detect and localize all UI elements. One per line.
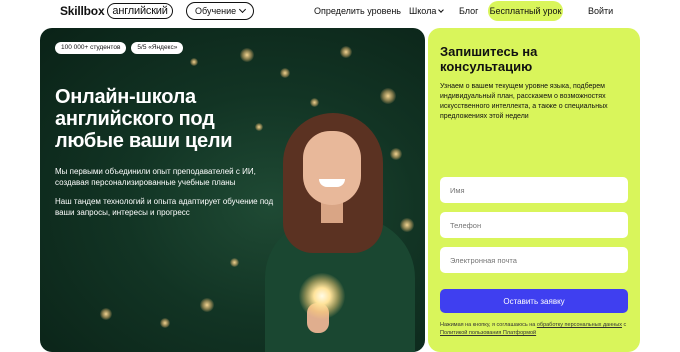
education-menu-label: Обучение (195, 6, 237, 16)
hero-title: Онлайн-школа английского под любые ваши … (55, 86, 233, 152)
hero-banner: 100 000+ студентов 5/5 «Яндекс» Онлайн-ш… (40, 28, 425, 352)
consultation-form: Запишитесь на консультацию Узнаем о ваше… (428, 28, 640, 352)
free-lesson-button[interactable]: Бесплатный урок (488, 1, 563, 21)
nav-blog-link[interactable]: Блог (459, 6, 478, 16)
terms-link[interactable]: Политикой пользования Платформой (440, 330, 536, 336)
bokeh-light (380, 88, 396, 104)
sparkler-icon (299, 273, 345, 319)
chevron-down-icon (239, 5, 247, 14)
nav-school-link[interactable]: Школа (409, 6, 445, 16)
email-input[interactable] (440, 247, 628, 273)
bokeh-light (240, 48, 254, 62)
hero-text-tandem: Наш тандем технологий и опыта адаптирует… (55, 197, 274, 217)
legal-prefix: Нажимая на кнопку, я соглашаюсь на (440, 322, 537, 328)
logo[interactable]: Skillbox английский (60, 3, 173, 19)
logo-brand: Skillbox (60, 4, 105, 18)
nav-school-label: Школа (409, 6, 437, 16)
nav-level-link[interactable]: Определить уровень (314, 6, 401, 16)
bokeh-light (200, 298, 214, 312)
education-menu-button[interactable]: Обучение (186, 2, 255, 20)
bokeh-light (190, 58, 198, 66)
submit-button[interactable]: Оставить заявку (440, 289, 628, 313)
hero-photo-student (265, 113, 415, 352)
bokeh-light (160, 318, 170, 328)
privacy-link[interactable]: обработку персональных данных (537, 322, 622, 328)
legal-notice: Нажимая на кнопку, я соглашаюсь на обраб… (440, 321, 630, 337)
bokeh-light (100, 308, 112, 320)
hero-text-ai: Мы первыми объединили опыт преподавателе… (55, 167, 256, 187)
site-header: Skillbox английский Обучение Определить … (0, 0, 680, 24)
rating-badge: 5/5 «Яндекс» (131, 42, 184, 54)
name-input[interactable] (440, 177, 628, 203)
bokeh-light (340, 46, 352, 58)
bokeh-light (310, 98, 319, 107)
chevron-down-icon (438, 7, 445, 13)
hero-badges: 100 000+ студентов 5/5 «Яндекс» (55, 42, 184, 54)
smile (319, 179, 345, 187)
logo-tag: английский (107, 3, 173, 19)
face (303, 131, 361, 205)
form-description: Узнаем о вашем текущем уровне языка, под… (440, 83, 608, 120)
bokeh-light (230, 258, 239, 267)
bokeh-light (280, 68, 290, 78)
form-title: Запишитесь на консультацию (440, 44, 538, 74)
students-badge: 100 000+ студентов (55, 42, 127, 54)
login-link[interactable]: Войти (588, 6, 613, 16)
phone-input[interactable] (440, 212, 628, 238)
legal-mid: с (622, 322, 627, 328)
